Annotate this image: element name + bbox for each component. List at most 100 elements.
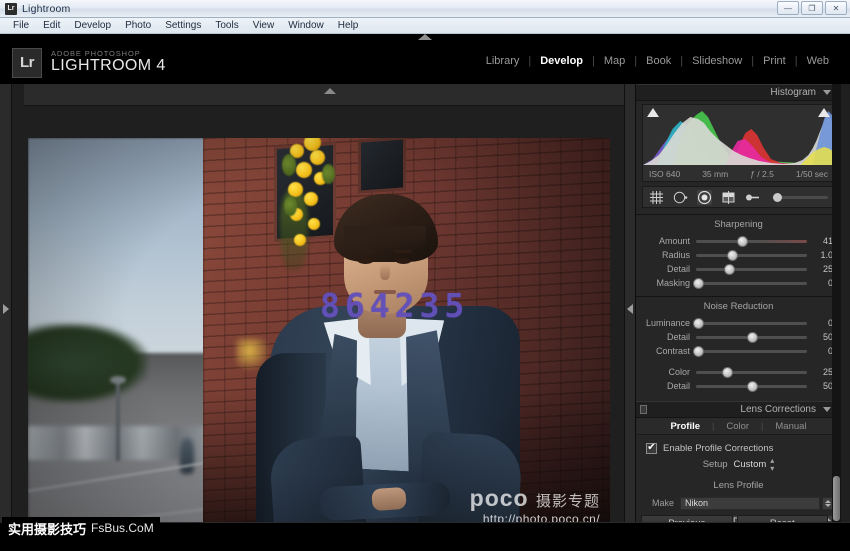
histogram-widget[interactable]: ISO 640 35 mm ƒ / 2.5 1/50 sec [642, 104, 835, 182]
slider-sharpening-detail[interactable]: Detail 25 [636, 262, 841, 276]
module-print[interactable]: Print [754, 55, 795, 67]
slider-knob[interactable] [724, 263, 736, 275]
slider-nr-luminance-detail[interactable]: Detail 50 [636, 330, 841, 344]
slider-nr-luminance-contrast[interactable]: Contrast 0 [636, 344, 841, 358]
tab-manual[interactable]: Manual [763, 421, 818, 432]
right-panel-collapse-handle[interactable] [624, 84, 635, 534]
slider-knob[interactable] [726, 249, 738, 261]
module-slideshow[interactable]: Slideshow [683, 55, 751, 67]
lens-profile-make-row[interactable]: Make Nikon [636, 495, 841, 511]
slider-track[interactable] [693, 345, 807, 357]
slider-label: Contrast [655, 346, 690, 356]
slider-track[interactable] [696, 331, 807, 343]
highlight-clipping-indicator[interactable] [818, 108, 830, 117]
chevron-down-icon[interactable] [823, 90, 831, 95]
menu-item-tools[interactable]: Tools [208, 18, 245, 33]
slider-track[interactable] [696, 380, 807, 392]
chevron-up-icon [418, 34, 432, 40]
lightroom-window: Lr Lightroom — ❐ ✕ File Edit Develop Pho… [0, 0, 850, 551]
setup-row[interactable]: Setup Custom ▴ ▾ [636, 456, 841, 473]
module-web[interactable]: Web [798, 55, 838, 67]
lens-profile-title: Lens Profile [713, 480, 764, 491]
slider-track[interactable] [696, 249, 807, 261]
slider-sharpening-amount[interactable]: Amount 41 [636, 234, 841, 248]
spot-removal-icon[interactable] [673, 190, 688, 205]
crop-overlay-icon[interactable] [649, 190, 664, 205]
slider-label: Detail [666, 332, 690, 342]
enable-profile-corrections-checkbox[interactable]: ✔ [646, 442, 657, 454]
histogram-panel-header[interactable]: Histogram [636, 84, 841, 101]
slider-value: 50 [822, 381, 833, 391]
chevron-down-icon[interactable] [823, 407, 831, 412]
red-eye-correction-icon[interactable] [697, 189, 712, 205]
scrollbar-thumb[interactable] [833, 476, 840, 521]
menu-item-photo[interactable]: Photo [118, 18, 158, 33]
enable-profile-corrections-label: Enable Profile Corrections [663, 442, 774, 454]
app-icon: Lr [5, 2, 17, 15]
slider-nr-luminance[interactable]: Luminance 0 [636, 316, 841, 330]
menu-item-file[interactable]: File [6, 18, 36, 33]
tab-profile[interactable]: Profile [658, 421, 712, 432]
menu-bar: File Edit Develop Photo Settings Tools V… [0, 18, 850, 34]
graduated-filter-icon[interactable] [721, 190, 736, 205]
photo-image[interactable]: 864235 poco 摄影专题 http://photo.poco.cn/ [28, 138, 610, 544]
slider-track[interactable] [696, 235, 807, 247]
module-map[interactable]: Map [595, 55, 634, 67]
lens-corrections-switch[interactable] [640, 405, 647, 414]
slider-knob[interactable] [722, 366, 734, 378]
top-panel-collapse-bar[interactable] [0, 34, 850, 41]
module-develop[interactable]: Develop [531, 55, 592, 67]
slider-value: 50 [822, 332, 833, 342]
slider-nr-color[interactable]: Color 25 [636, 365, 841, 379]
menu-item-edit[interactable]: Edit [36, 18, 67, 33]
slider-value: 25 [822, 264, 833, 274]
lens-corrections-header[interactable]: Lens Corrections [636, 401, 841, 418]
slider-nr-color-detail[interactable]: Detail 50 [636, 379, 841, 393]
setup-value[interactable]: Custom [734, 459, 767, 470]
slider-value: 1.0 [820, 250, 833, 260]
wordmark: ADOBE PHOTOSHOP LIGHTROOM 4 [51, 50, 166, 75]
watermark-poco-brand: poco 摄影专题 [470, 485, 600, 512]
slider-knob[interactable] [746, 380, 758, 392]
brush-size-slider[interactable] [773, 192, 828, 202]
slider-knob[interactable] [693, 317, 705, 329]
shadow-clipping-indicator[interactable] [647, 108, 659, 117]
menu-item-help[interactable]: Help [331, 18, 366, 33]
module-library[interactable]: Library [477, 55, 529, 67]
histogram-exif: ISO 640 35 mm ƒ / 2.5 1/50 sec [643, 169, 834, 179]
brush-size-knob[interactable] [773, 192, 782, 202]
slider-value: 0 [827, 278, 833, 288]
menu-item-settings[interactable]: Settings [158, 18, 208, 33]
menu-item-develop[interactable]: Develop [67, 18, 118, 33]
slider-knob[interactable] [693, 277, 705, 289]
slider-sharpening-masking[interactable]: Masking 0 [636, 276, 841, 290]
menu-item-view[interactable]: View [246, 18, 282, 33]
slider-knob[interactable] [736, 235, 748, 247]
exif-aperture: ƒ / 2.5 [750, 169, 774, 179]
image-viewer: 864235 poco 摄影专题 http://photo.poco.cn/ [12, 84, 636, 544]
module-picker: Library | Develop | Map | Book | Slidesh… [477, 55, 838, 67]
slider-sharpening-radius[interactable]: Radius 1.0 [636, 248, 841, 262]
slider-knob[interactable] [746, 331, 758, 343]
slider-track[interactable] [696, 366, 807, 378]
maximize-button[interactable]: ❐ [801, 1, 823, 15]
slider-track[interactable] [693, 317, 807, 329]
module-book[interactable]: Book [637, 55, 680, 67]
right-panel-scrollbar[interactable] [832, 84, 841, 534]
enable-profile-corrections-row[interactable]: ✔ Enable Profile Corrections [636, 439, 841, 457]
slider-knob[interactable] [693, 345, 705, 357]
minimize-button[interactable]: — [777, 1, 799, 15]
lens-make-field[interactable]: Nikon [680, 496, 820, 510]
slider-label: Detail [666, 264, 690, 274]
close-button[interactable]: ✕ [825, 1, 847, 15]
slider-track[interactable] [693, 277, 807, 289]
setup-stepper-icon[interactable]: ▴ ▾ [770, 456, 774, 473]
slider-value: 25 [822, 367, 833, 377]
chevron-right-icon [2, 304, 9, 314]
viewer-top-bar[interactable] [24, 84, 636, 106]
tab-color[interactable]: Color [714, 421, 761, 432]
menu-item-window[interactable]: Window [281, 18, 331, 33]
left-panel-collapse-handle[interactable] [0, 84, 12, 534]
slider-track[interactable] [696, 263, 807, 275]
adjustment-brush-icon[interactable] [745, 190, 760, 205]
